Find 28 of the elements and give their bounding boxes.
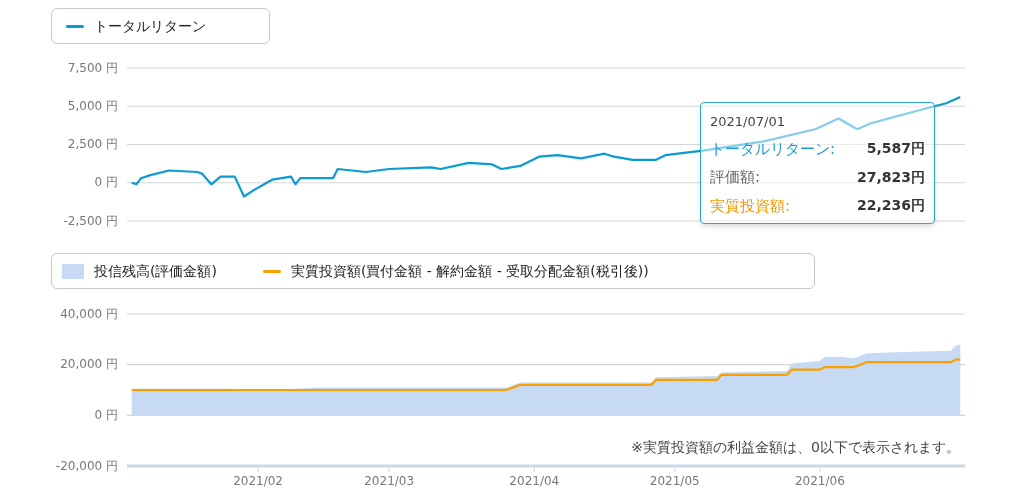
y-axis-label: -20,000 円: [55, 458, 118, 473]
legend-label: 投信残高(評価金額): [94, 261, 217, 281]
y-axis-label: 2,500 円: [67, 137, 118, 151]
line-legend-icon: [262, 269, 281, 273]
legend-label: トータルリターン: [94, 16, 206, 36]
legend-label: 実質投資額(買付金額 - 解約金額 - 受取分配金額(税引後)): [290, 261, 649, 281]
tooltip-label: 実質投資額:: [710, 195, 791, 217]
y-axis-label: -2,500 円: [63, 213, 118, 228]
line-legend-icon: [66, 24, 84, 28]
footnote: ※実質投資額の利益金額は、0以下で表示されます。: [631, 439, 960, 455]
y-axis-label: 7,500 円: [67, 60, 118, 75]
tooltip-label: 評価額:: [710, 167, 761, 188]
tooltip-date: 2021/07/01: [710, 113, 786, 131]
area-legend-icon: [62, 263, 84, 279]
tooltip-value: 5,587円: [866, 139, 925, 159]
tooltip-value: 22,236円: [856, 196, 925, 216]
y-axis-label: 20,000 円: [60, 357, 118, 372]
x-axis-label: 2021/03: [364, 473, 415, 488]
x-axis-label: 2021/05: [649, 473, 700, 488]
y-axis-label: 0 円: [94, 407, 118, 422]
x-axis-label: 2021/04: [509, 473, 560, 488]
tooltip-label: トータルリターン:: [710, 138, 836, 160]
y-axis-label: 0 円: [94, 175, 118, 190]
y-axis-label: 40,000 円: [60, 306, 118, 321]
y-axis-label: 5,000 円: [67, 98, 118, 113]
tooltip-value: 27,823円: [856, 167, 925, 187]
x-axis-label: 2021/02: [233, 473, 283, 488]
x-axis-label: 2021/06: [794, 473, 845, 488]
